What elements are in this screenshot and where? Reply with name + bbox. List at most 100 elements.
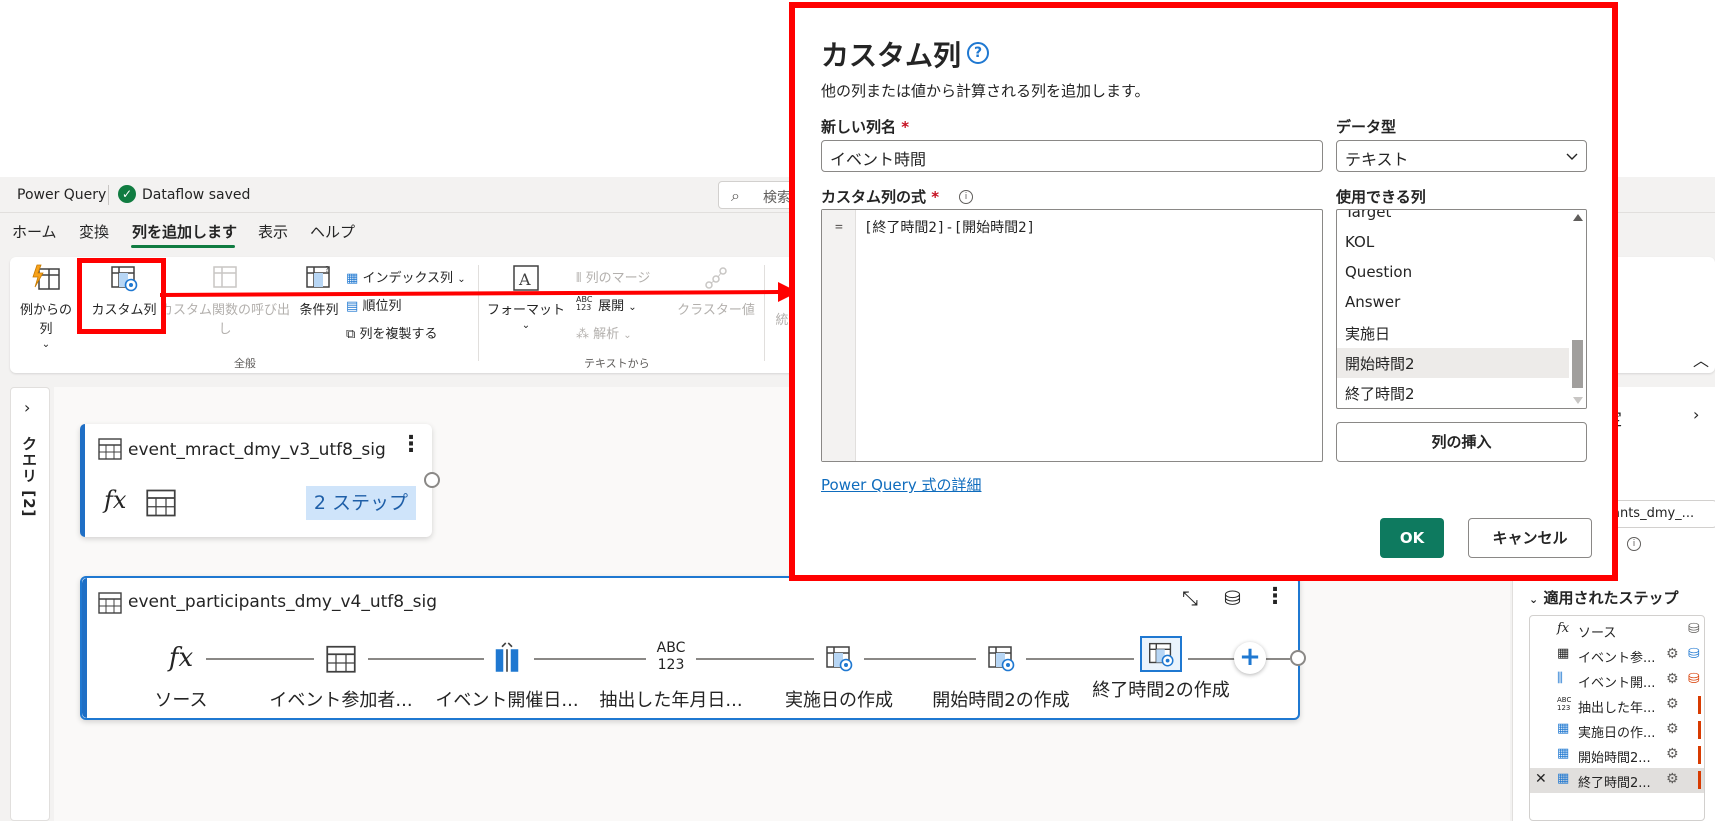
- column-from-examples-label: 例からの列: [19, 303, 72, 337]
- applied-step-label: ソース: [1578, 626, 1617, 641]
- column-from-examples-button[interactable]: 例からの列 ⌄: [18, 263, 74, 350]
- connector-handle[interactable]: [424, 472, 440, 488]
- parse-button[interactable]: ⁂ 解析 ⌄: [576, 323, 632, 342]
- available-column-item[interactable]: 実施日: [1337, 318, 1569, 348]
- chevron-right-icon[interactable]: ›: [24, 398, 30, 417]
- add-step-button[interactable]: +: [1234, 642, 1266, 674]
- diagram-step[interactable]: 開始時間2の作成: [926, 640, 1076, 712]
- custom-column-dialog: カスタム列 ? 他の列または値から計算される列を追加します。 新しい列名 * デ…: [789, 2, 1618, 581]
- formula-text[interactable]: [終了時間2]-[開始時間2]: [864, 217, 1035, 237]
- applied-step-row[interactable]: ⫼ イベント開... ⚙ ⛁: [1530, 668, 1704, 693]
- dialog-description: 他の列または値から計算される列を追加します。: [821, 82, 1150, 100]
- gear-icon[interactable]: ⚙: [1666, 746, 1679, 762]
- split-column-icon: [495, 642, 519, 672]
- tab-help[interactable]: ヘルプ: [310, 221, 355, 242]
- new-column-name-input[interactable]: イベント時間: [821, 140, 1323, 172]
- diagram-step[interactable]: イベント参加者...: [266, 640, 416, 712]
- applied-step-label: イベント参...: [1578, 651, 1656, 666]
- gear-icon[interactable]: ⚙: [1666, 771, 1679, 787]
- applied-step-label: イベント開...: [1578, 676, 1656, 691]
- database-icon[interactable]: ⛁: [1688, 671, 1700, 687]
- gear-icon[interactable]: ⚙: [1666, 671, 1679, 687]
- available-column-item[interactable]: Answer: [1337, 288, 1569, 318]
- insert-column-button[interactable]: 列の挿入: [1336, 422, 1587, 462]
- diagram-step[interactable]: fx ソース: [106, 640, 256, 712]
- info-icon[interactable]: i: [1627, 537, 1641, 551]
- collapse-ribbon-icon[interactable]: ︿: [1693, 347, 1709, 371]
- group-from-text-label: テキストから: [584, 357, 650, 370]
- duplicate-column-button[interactable]: ⧉ 列を複製する: [346, 323, 437, 342]
- tab-transform[interactable]: 変換: [79, 221, 109, 242]
- fx-icon: fx: [1557, 621, 1570, 636]
- check-circle-icon: ✓: [118, 185, 136, 203]
- chevron-down-icon[interactable]: ⌄: [1529, 593, 1538, 606]
- diagram-step[interactable]: 実施日の作成: [764, 640, 914, 712]
- scrollbar[interactable]: [1569, 210, 1586, 408]
- ok-button[interactable]: OK: [1380, 518, 1444, 558]
- cancel-button[interactable]: キャンセル: [1468, 518, 1592, 558]
- applied-step-row[interactable]: fx ソース ⛁: [1530, 618, 1704, 643]
- formula-equals-sign: =: [835, 220, 843, 235]
- custom-column-icon: [1140, 636, 1182, 672]
- applied-step-row[interactable]: ▦ 開始時間2... ⚙: [1530, 743, 1704, 768]
- applied-steps-list: fx ソース ⛁ ▦ イベント参... ⚙ ⛁ ⫼ イベント開... ⚙ ⛁ A…: [1529, 615, 1705, 821]
- tab-add-column[interactable]: 列を追加します: [132, 221, 237, 242]
- collapse-icon[interactable]: ⤡: [1182, 586, 1198, 610]
- applied-step-label: 抽出した年...: [1578, 701, 1656, 716]
- column-from-examples-icon: [32, 264, 60, 290]
- database-icon[interactable]: ⛁: [1224, 586, 1241, 610]
- fx-icon: fx: [168, 643, 194, 673]
- scrollbar-thumb[interactable]: [1572, 340, 1583, 388]
- help-icon[interactable]: ?: [967, 42, 989, 64]
- step-warning-bar: [1698, 746, 1701, 764]
- more-options-icon[interactable]: ⋮: [400, 432, 422, 457]
- info-icon[interactable]: i: [959, 190, 973, 204]
- database-icon[interactable]: ⛁: [1688, 646, 1700, 662]
- chevron-right-icon[interactable]: ›: [1693, 405, 1699, 424]
- new-column-name-text: 新しい列名: [821, 118, 897, 136]
- available-column-item[interactable]: Question: [1337, 258, 1569, 288]
- active-tab-indicator: [131, 245, 235, 248]
- parse-label: 解析: [593, 327, 620, 342]
- available-columns-list[interactable]: Target KOL Question Answer 実施日 開始時間2 終了時…: [1336, 209, 1587, 409]
- tab-view[interactable]: 表示: [258, 221, 288, 242]
- applied-step-row[interactable]: ▦ 実施日の作... ⚙: [1530, 718, 1704, 743]
- steps-badge[interactable]: 2 ステップ: [306, 486, 416, 520]
- query-card-selected[interactable]: event_participants_dmy_v4_utf8_sig ⤡ ⛁ ⋮…: [80, 576, 1306, 720]
- gear-icon[interactable]: ⚙: [1666, 646, 1679, 662]
- connector-handle[interactable]: [1290, 650, 1306, 666]
- custom-formula-editor[interactable]: = [終了時間2]-[開始時間2]: [821, 209, 1323, 462]
- gear-icon[interactable]: ⚙: [1666, 721, 1679, 737]
- available-column-item[interactable]: 終了時間2: [1337, 378, 1569, 408]
- diagram-step-selected[interactable]: 終了時間2の作成: [1086, 636, 1236, 702]
- available-column-item[interactable]: KOL: [1337, 228, 1569, 258]
- query-name-input[interactable]: ants_dmy_...: [1605, 500, 1715, 528]
- data-type-select[interactable]: テキスト: [1336, 140, 1587, 172]
- applied-step-row[interactable]: ABC 123 抽出した年... ⚙: [1530, 693, 1704, 718]
- chevron-down-icon: [1566, 153, 1578, 160]
- diagram-step-label: ソース: [154, 690, 208, 711]
- power-query-formula-docs-link[interactable]: Power Query 式の詳細: [821, 474, 981, 495]
- database-icon[interactable]: ⛁: [1688, 621, 1700, 637]
- diagram-step[interactable]: ABC 123 抽出した年月日...: [596, 640, 746, 712]
- new-column-name-label: 新しい列名 *: [821, 116, 909, 137]
- applied-step-row[interactable]: ▦ イベント参... ⚙ ⛁: [1530, 643, 1704, 668]
- card-accent: [82, 578, 87, 718]
- scroll-up-icon[interactable]: [1573, 214, 1583, 221]
- diagram-step[interactable]: イベント開催日...: [432, 640, 582, 712]
- available-column-item-selected[interactable]: 開始時間2: [1337, 348, 1569, 378]
- gear-icon[interactable]: ⚙: [1666, 696, 1679, 712]
- statistics-label: 統: [775, 313, 789, 328]
- available-column-item[interactable]: Target: [1337, 210, 1569, 228]
- table-icon: [146, 489, 176, 517]
- query-card[interactable]: event_mract_dmy_v3_utf8_sig ⋮ fx 2 ステップ: [80, 424, 440, 537]
- custom-column-icon: [988, 646, 1015, 672]
- delete-step-icon[interactable]: ✕: [1535, 771, 1547, 787]
- duplicate-column-label: 列を複製する: [359, 327, 438, 342]
- annotation-arrow: [159, 282, 798, 302]
- scroll-down-icon[interactable]: [1573, 397, 1583, 404]
- more-options-icon[interactable]: ⋮: [1264, 584, 1286, 609]
- applied-step-row-selected[interactable]: ✕ ▦ 終了時間2... ⚙: [1530, 768, 1704, 793]
- chevron-down-icon: ⌄: [521, 320, 531, 331]
- tab-home[interactable]: ホーム: [12, 221, 57, 242]
